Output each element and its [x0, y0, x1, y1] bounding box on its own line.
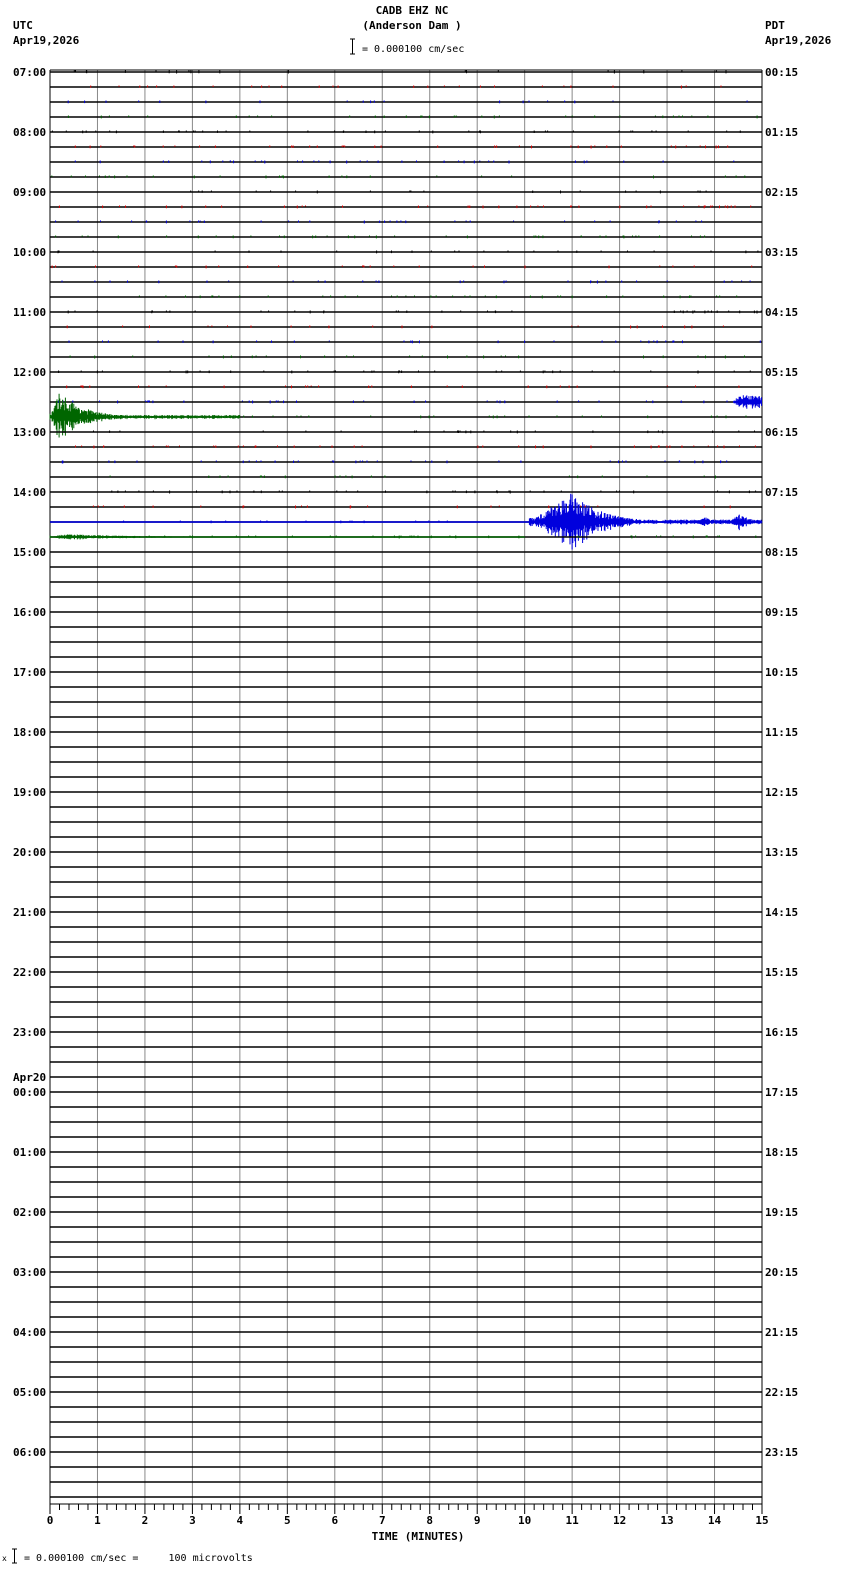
x-tick-label: 7 — [379, 1514, 386, 1527]
utc-hour-label: 10:00 — [13, 246, 46, 259]
utc-hour-label: 09:00 — [13, 186, 46, 199]
x-tick-label: 5 — [284, 1514, 291, 1527]
utc-hour-label: 07:00 — [13, 66, 46, 79]
right-date: Apr19,2026 — [765, 34, 832, 47]
pdt-hour-label: 08:15 — [765, 546, 798, 559]
utc-hour-label: 15:00 — [13, 546, 46, 559]
utc-hour-label: 18:00 — [13, 726, 46, 739]
utc-hour-label: 02:00 — [13, 1206, 46, 1219]
utc-hour-label: 17:00 — [13, 666, 46, 679]
utc-hour-label: 06:00 — [13, 1446, 46, 1459]
utc-hour-label: 12:00 — [13, 366, 46, 379]
pdt-hour-label: 17:15 — [765, 1086, 798, 1099]
x-tick-label: 1 — [94, 1514, 101, 1527]
pdt-hour-label: 14:15 — [765, 906, 798, 919]
footer-scale-bar-icon — [12, 1548, 17, 1564]
footer-note: = 0.000100 cm/sec = 100 microvolts — [24, 1553, 253, 1564]
x-tick-label: 2 — [142, 1514, 149, 1527]
helicorder-chart: CADB EHZ NC (Anderson Dam ) UTC Apr19,20… — [2, 4, 832, 1564]
pdt-hour-label: 19:15 — [765, 1206, 798, 1219]
x-tick-label: 15 — [755, 1514, 768, 1527]
pdt-hour-label: 01:15 — [765, 126, 798, 139]
utc-hour-label: 08:00 — [13, 126, 46, 139]
utc-hour-label: 23:00 — [13, 1026, 46, 1039]
x-tick-label: 13 — [660, 1514, 673, 1527]
pdt-hour-label: 07:15 — [765, 486, 798, 499]
pdt-hour-label: 20:15 — [765, 1266, 798, 1279]
scale-bar-icon — [350, 38, 355, 55]
utc-hour-label: 01:00 — [13, 1146, 46, 1159]
pdt-hour-label: 22:15 — [765, 1386, 798, 1399]
utc-hour-label: 20:00 — [13, 846, 46, 859]
pdt-hour-label: 09:15 — [765, 606, 798, 619]
utc-hour-label: 00:00 — [13, 1086, 46, 1099]
left-date: Apr19,2026 — [13, 34, 80, 47]
utc-hour-label: 04:00 — [13, 1326, 46, 1339]
chart-title: CADB EHZ NC — [376, 4, 449, 17]
scale-label: = 0.000100 cm/sec — [362, 44, 464, 55]
x-tick-label: 12 — [613, 1514, 626, 1527]
chart-subtitle: (Anderson Dam ) — [362, 19, 461, 32]
utc-hour-label: 03:00 — [13, 1266, 46, 1279]
utc-hour-label: 14:00 — [13, 486, 46, 499]
pdt-hour-label: 23:15 — [765, 1446, 798, 1459]
pdt-hour-label: 12:15 — [765, 786, 798, 799]
date-change-label: Apr20 — [13, 1071, 46, 1084]
seismic-trace — [49, 393, 747, 438]
utc-hour-label: 22:00 — [13, 966, 46, 979]
pdt-hour-label: 18:15 — [765, 1146, 798, 1159]
utc-hour-label: 11:00 — [13, 306, 46, 319]
pdt-hour-label: 00:15 — [765, 66, 798, 79]
grid — [49, 69, 763, 1504]
pdt-hour-label: 21:15 — [765, 1326, 798, 1339]
utc-hour-label: 13:00 — [13, 426, 46, 439]
pdt-hour-label: 02:15 — [765, 186, 798, 199]
pdt-hour-label: 04:15 — [765, 306, 798, 319]
right-timezone: PDT — [765, 19, 785, 32]
traces — [49, 70, 763, 1498]
pdt-hour-label: 06:15 — [765, 426, 798, 439]
pdt-hour-label: 05:15 — [765, 366, 798, 379]
pdt-hour-label: 15:15 — [765, 966, 798, 979]
pdt-hour-label: 11:15 — [765, 726, 798, 739]
left-timezone: UTC — [13, 19, 33, 32]
footer-mark: x — [2, 1554, 7, 1563]
pdt-hour-label: 16:15 — [765, 1026, 798, 1039]
utc-hour-label: 21:00 — [13, 906, 46, 919]
x-tick-label: 4 — [237, 1514, 244, 1527]
x-axis-label: TIME (MINUTES) — [372, 1530, 465, 1543]
pdt-hour-label: 13:15 — [765, 846, 798, 859]
x-tick-label: 6 — [331, 1514, 338, 1527]
utc-hour-label: 19:00 — [13, 786, 46, 799]
x-tick-label: 10 — [518, 1514, 531, 1527]
x-tick-label: 0 — [47, 1514, 54, 1527]
utc-hour-label: 16:00 — [13, 606, 46, 619]
x-tick-label: 14 — [708, 1514, 722, 1527]
utc-hour-label: 05:00 — [13, 1386, 46, 1399]
x-tick-label: 3 — [189, 1514, 196, 1527]
x-tick-label: 8 — [426, 1514, 433, 1527]
pdt-hour-label: 03:15 — [765, 246, 798, 259]
x-tick-label: 11 — [566, 1514, 580, 1527]
x-tick-label: 9 — [474, 1514, 481, 1527]
pdt-hour-label: 10:15 — [765, 666, 798, 679]
x-axis: 0 1 2 3 4 5 6 7 8 9 10 11 12 13 14 15 — [47, 1503, 769, 1527]
